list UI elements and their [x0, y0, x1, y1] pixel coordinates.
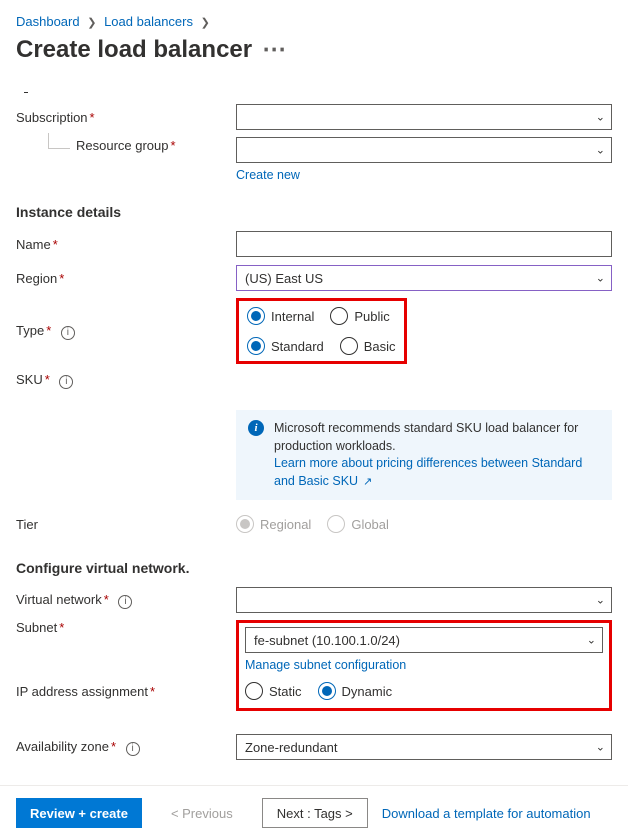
download-template-link[interactable]: Download a template for automation	[382, 806, 591, 821]
info-icon[interactable]: i	[59, 375, 73, 389]
radio-sku-standard[interactable]: Standard	[247, 337, 324, 355]
subscription-select[interactable]: ⌄	[236, 104, 612, 130]
chevron-down-icon: ⌄	[587, 634, 596, 647]
info-icon[interactable]: i	[126, 742, 140, 756]
availability-zone-select[interactable]: Zone-redundant ⌄	[236, 734, 612, 760]
chevron-down-icon: ⌄	[596, 741, 605, 754]
previous-button[interactable]: < Previous	[156, 798, 248, 828]
radio-ip-dynamic[interactable]: Dynamic	[318, 682, 393, 700]
label-resource-group: Resource group*	[16, 137, 236, 153]
section-instance-details: Instance details	[16, 204, 612, 220]
radio-type-public[interactable]: Public	[330, 307, 389, 325]
label-availability-zone: Availability zone* i	[16, 739, 236, 756]
info-icon[interactable]: i	[61, 326, 75, 340]
more-icon[interactable]: ⋯	[262, 35, 286, 64]
label-type: Type* i	[16, 323, 236, 340]
radio-ip-static[interactable]: Static	[245, 682, 302, 700]
separator-mark	[24, 87, 28, 93]
name-input[interactable]	[236, 231, 612, 257]
learn-more-link[interactable]: Learn more about pricing differences bet…	[274, 456, 582, 488]
vnet-select[interactable]: ⌄	[236, 587, 612, 613]
create-new-link[interactable]: Create new	[236, 168, 300, 182]
label-region: Region*	[16, 271, 236, 286]
radio-tier-global: Global	[327, 515, 389, 533]
radio-type-internal[interactable]: Internal	[247, 307, 314, 325]
chevron-down-icon: ⌄	[596, 144, 605, 157]
region-select[interactable]: (US) East US ⌄	[236, 265, 612, 291]
label-name: Name*	[16, 237, 236, 252]
next-button[interactable]: Next : Tags >	[262, 798, 368, 828]
breadcrumb-loadbalancers[interactable]: Load balancers	[104, 14, 193, 29]
info-icon[interactable]: i	[118, 595, 132, 609]
chevron-down-icon: ⌄	[596, 111, 605, 124]
label-ip-assign: IP address assignment*	[16, 684, 236, 699]
breadcrumb: Dashboard ❯ Load balancers ❯	[16, 10, 612, 35]
highlight-subnet-ip: fe-subnet (10.100.1.0/24) ⌄ Manage subne…	[236, 620, 612, 711]
label-subscription: Subscription*	[16, 110, 236, 125]
info-circle-icon: i	[248, 420, 264, 436]
chevron-right-icon: ❯	[201, 17, 210, 29]
label-subnet: Subnet*	[16, 620, 236, 635]
external-link-icon: ↗	[360, 476, 372, 488]
resource-group-select[interactable]: ⌄	[236, 137, 612, 163]
label-vnet: Virtual network* i	[16, 592, 236, 609]
label-sku: SKU* i	[16, 372, 236, 389]
chevron-right-icon: ❯	[87, 17, 96, 29]
subnet-select[interactable]: fe-subnet (10.100.1.0/24) ⌄	[245, 627, 603, 653]
review-create-button[interactable]: Review + create	[16, 798, 142, 828]
radio-tier-regional: Regional	[236, 515, 311, 533]
chevron-down-icon: ⌄	[596, 272, 605, 285]
radio-sku-basic[interactable]: Basic	[340, 337, 396, 355]
label-tier: Tier	[16, 517, 236, 532]
breadcrumb-dashboard[interactable]: Dashboard	[16, 14, 80, 29]
manage-subnet-link[interactable]: Manage subnet configuration	[245, 658, 406, 672]
footer-actions: Review + create < Previous Next : Tags >…	[0, 785, 628, 840]
section-configure-vnet: Configure virtual network.	[16, 560, 612, 576]
page-title: Create load balancer⋯	[16, 35, 612, 66]
info-sku-recommendation: i Microsoft recommends standard SKU load…	[236, 410, 612, 500]
highlight-type-sku: Internal Public Standard	[236, 298, 407, 364]
chevron-down-icon: ⌄	[596, 594, 605, 607]
